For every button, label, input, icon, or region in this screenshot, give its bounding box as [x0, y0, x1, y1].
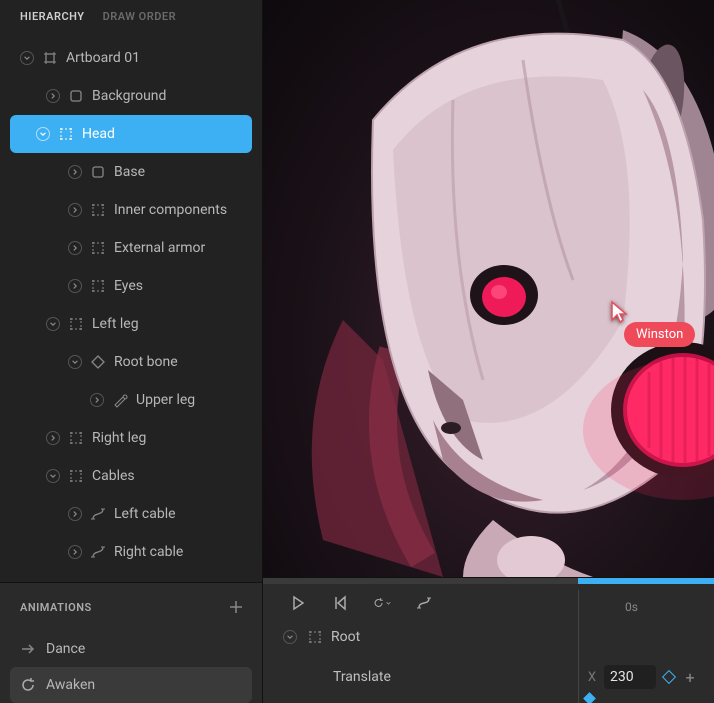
tree-label: Artboard 01	[66, 50, 140, 66]
animation-item-dance[interactable]: Dance	[0, 631, 262, 667]
chevron-down-icon[interactable]	[20, 51, 34, 65]
chevron-right-icon[interactable]	[46, 89, 60, 103]
chevron-right-icon[interactable]	[68, 203, 82, 217]
tree-item-external-armor[interactable]: External armor	[0, 229, 262, 267]
tree-label: Inner components	[114, 202, 227, 218]
tree-label: Upper leg	[136, 392, 195, 408]
tree-item-left-leg[interactable]: Left leg	[0, 305, 262, 343]
animation-label: Dance	[46, 641, 85, 657]
shape-icon	[90, 164, 106, 180]
tree-label: Cables	[92, 468, 135, 484]
tree-label: Background	[92, 88, 166, 104]
chevron-right-icon[interactable]	[68, 165, 82, 179]
add-animation-button[interactable]	[226, 597, 246, 617]
animations-panel: ANIMATIONS Dance Awaken	[0, 582, 262, 703]
chevron-down-icon[interactable]	[283, 630, 297, 644]
tree-item-right-cable[interactable]: Right cable	[0, 533, 262, 571]
animation-item-awaken[interactable]: Awaken	[10, 667, 252, 703]
hierarchy-tree: Artboard 01 Background Head	[0, 33, 262, 582]
ruler-label: 0s	[625, 600, 638, 614]
track-label: Root	[331, 629, 360, 645]
artboard-icon	[42, 50, 58, 66]
tree-item-inner-components[interactable]: Inner components	[0, 191, 262, 229]
arrow-right-icon	[20, 641, 36, 657]
animations-title: ANIMATIONS	[20, 601, 92, 614]
path-icon	[90, 544, 106, 560]
tree-item-background[interactable]: Background	[0, 77, 262, 115]
chevron-down-icon[interactable]	[36, 127, 50, 141]
chevron-right-icon[interactable]	[68, 279, 82, 293]
animation-label: Awaken	[46, 677, 95, 693]
shape-icon	[68, 88, 84, 104]
group-icon	[90, 202, 106, 218]
group-icon	[90, 240, 106, 256]
property-label: Translate	[333, 669, 391, 685]
tab-draw-order[interactable]: DRAW ORDER	[103, 10, 177, 23]
tree-label: Root bone	[114, 354, 178, 370]
chevron-down-icon[interactable]	[46, 469, 60, 483]
tree-item-head[interactable]: Head	[10, 115, 252, 153]
animations-header: ANIMATIONS	[0, 583, 262, 631]
tree-item-upper-leg[interactable]: Upper leg	[0, 381, 262, 419]
chevron-down-icon[interactable]	[46, 317, 60, 331]
loop-button[interactable]	[373, 594, 391, 612]
tree-label: Right cable	[114, 544, 183, 560]
timeline-tracks: Root Translate X +	[263, 618, 714, 703]
keyframe-track-area[interactable]	[578, 618, 714, 703]
right-side: Winston 00:00	[263, 0, 714, 703]
left-panel: HIERARCHY DRAW ORDER Artboard 01 Backgro…	[0, 0, 263, 703]
group-icon	[68, 468, 84, 484]
tree-item-base[interactable]: Base	[0, 153, 262, 191]
to-start-button[interactable]	[331, 594, 349, 612]
tree-label: Eyes	[114, 278, 143, 294]
tree-item-root-bone[interactable]: Root bone	[0, 343, 262, 381]
chevron-down-icon[interactable]	[68, 355, 82, 369]
chevron-right-icon[interactable]	[46, 431, 60, 445]
tree-label: Left cable	[114, 506, 176, 522]
tree-item-artboard[interactable]: Artboard 01	[0, 39, 262, 77]
chevron-right-icon[interactable]	[68, 507, 82, 521]
tree-label: Base	[114, 164, 145, 180]
tree-label: Right leg	[92, 430, 146, 446]
tree-item-eyes[interactable]: Eyes	[0, 267, 262, 305]
chevron-right-icon[interactable]	[68, 241, 82, 255]
loop-icon	[20, 677, 36, 693]
group-icon	[58, 126, 74, 142]
group-icon	[68, 430, 84, 446]
curve-editor-button[interactable]	[415, 594, 433, 612]
tab-hierarchy[interactable]: HIERARCHY	[20, 10, 85, 23]
canvas-viewport[interactable]: Winston	[263, 0, 714, 577]
tree-item-right-leg[interactable]: Right leg	[0, 419, 262, 457]
canvas-artwork	[263, 0, 714, 577]
panel-tabs: HIERARCHY DRAW ORDER	[0, 0, 262, 33]
tree-item-cables[interactable]: Cables	[0, 457, 262, 495]
timeline-panel: 00:00:46 0s Root Translate X +	[263, 577, 714, 703]
group-icon	[68, 316, 84, 332]
tree-label: Head	[82, 126, 115, 142]
keyframe-marker[interactable]	[583, 692, 596, 703]
bone-icon	[112, 392, 128, 408]
chevron-right-icon[interactable]	[68, 545, 82, 559]
group-icon	[90, 278, 106, 294]
tree-item-left-cable[interactable]: Left cable	[0, 495, 262, 533]
play-button[interactable]	[289, 594, 307, 612]
tree-label: Left leg	[92, 316, 139, 332]
bone-root-icon	[90, 354, 106, 370]
tree-label: External armor	[114, 240, 205, 256]
path-icon	[90, 506, 106, 522]
group-icon	[307, 629, 323, 645]
chevron-right-icon[interactable]	[90, 393, 104, 407]
